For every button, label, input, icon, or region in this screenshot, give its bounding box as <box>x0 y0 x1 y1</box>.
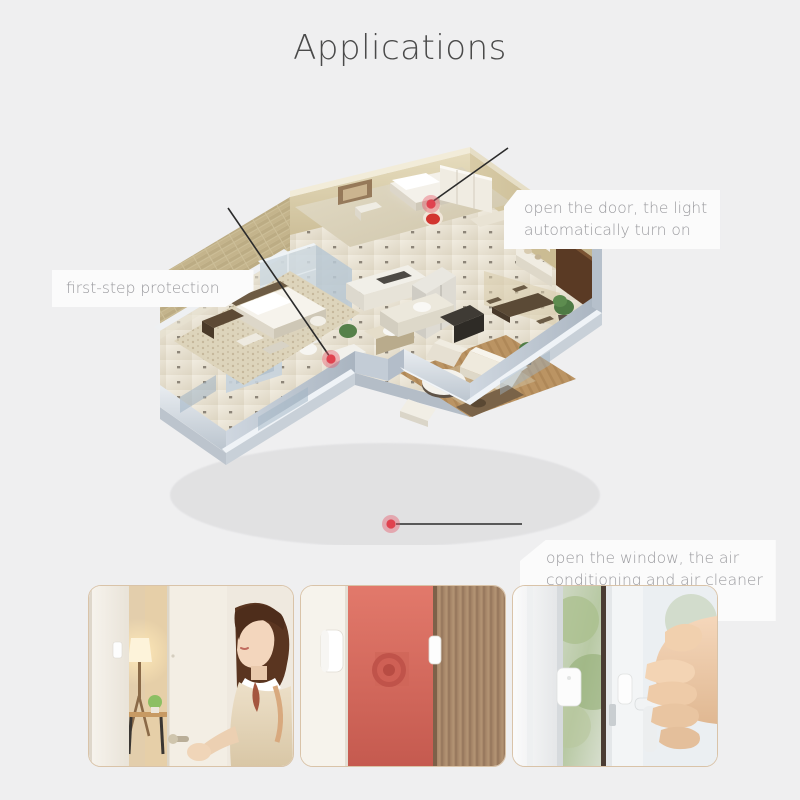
door-open-lamp-scene <box>89 586 293 766</box>
photo-card-door-woman[interactable] <box>88 585 294 767</box>
sensor-magnet <box>428 635 442 665</box>
floorplan-scene: first-step protection open the door, the… <box>0 80 800 621</box>
callout-door-light: open the door, the light automatically t… <box>504 190 721 249</box>
sensor-magnet <box>617 673 633 705</box>
teddy-bear <box>423 203 443 226</box>
window-hand-scene <box>513 586 717 766</box>
sensor-body <box>556 667 582 707</box>
photo-card-window-hand[interactable] <box>512 585 718 767</box>
page-title: Applications <box>293 28 507 68</box>
application-photos <box>0 585 800 767</box>
sensor-on-door-scene <box>301 586 505 766</box>
callout-first-step-protection: first-step protection <box>52 270 254 307</box>
photo-card-sensor-pair[interactable] <box>300 585 506 767</box>
sensor-body <box>320 629 344 673</box>
page-root: Applications first-step protection open … <box>0 0 800 800</box>
